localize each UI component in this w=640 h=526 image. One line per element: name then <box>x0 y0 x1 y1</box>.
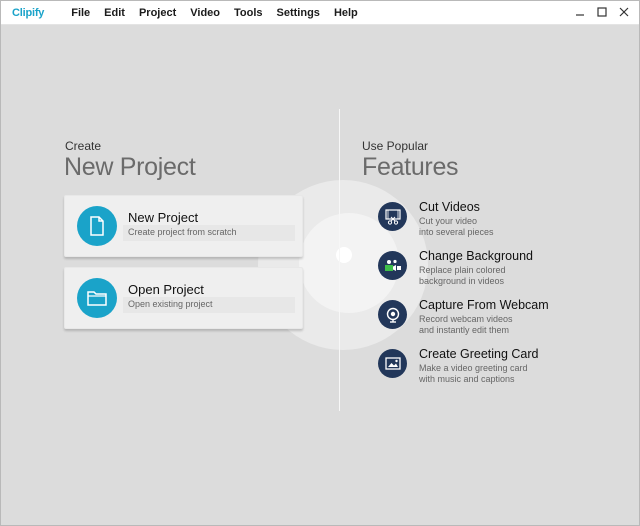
feature-cut-videos[interactable]: Cut Videos Cut your video into several p… <box>378 200 618 244</box>
feature-desc-line1: Record webcam videos <box>419 314 513 324</box>
create-heading: New Project <box>64 153 196 181</box>
open-project-subtitle: Open existing project <box>128 299 213 309</box>
feature-desc-line1: Replace plain colored <box>419 265 506 275</box>
folder-icon <box>77 278 117 318</box>
minimize-icon <box>576 14 584 16</box>
feature-title: Cut Videos <box>419 200 480 214</box>
feature-desc-line1: Cut your video <box>419 216 478 226</box>
chroma-key-icon <box>378 251 407 280</box>
close-button[interactable] <box>617 5 631 19</box>
feature-capture-webcam[interactable]: Capture From Webcam Record webcam videos… <box>378 298 618 342</box>
features-label: Use Popular <box>362 139 429 153</box>
feature-change-background[interactable]: Change Background Replace plain colored … <box>378 249 618 293</box>
new-project-subtitle: Create project from scratch <box>128 227 237 237</box>
menu-edit[interactable]: Edit <box>97 7 132 19</box>
scissors-film-icon <box>378 202 407 231</box>
feature-desc-line2: and instantly edit them <box>419 325 510 335</box>
document-icon <box>77 206 117 246</box>
feature-desc-line2: into several pieces <box>419 227 494 237</box>
picture-icon <box>378 349 407 378</box>
window-controls <box>573 5 631 19</box>
close-icon <box>619 7 629 17</box>
app-logo: Clipify <box>12 6 45 19</box>
feature-desc-line1: Make a video greeting card <box>419 363 528 373</box>
feature-desc-line2: with music and captions <box>419 374 515 384</box>
menu-bar: File Edit Project Video Tools Settings H… <box>64 7 365 19</box>
feature-title: Change Background <box>419 249 533 263</box>
feature-title: Create Greeting Card <box>419 347 539 361</box>
maximize-icon <box>597 7 607 17</box>
features-heading: Features <box>362 153 459 181</box>
menu-project[interactable]: Project <box>132 7 183 19</box>
minimize-button[interactable] <box>573 5 587 19</box>
menu-video[interactable]: Video <box>183 7 227 19</box>
new-project-title: New Project <box>128 210 199 225</box>
section-divider <box>339 109 340 411</box>
open-project-card[interactable]: Open Project Open existing project <box>64 267 303 329</box>
menu-settings[interactable]: Settings <box>270 7 327 19</box>
feature-desc-line2: background in videos <box>419 276 505 286</box>
app-window: Clipify File Edit Project Video Tools Se… <box>0 0 640 526</box>
start-screen: Create New Project New Project Create pr… <box>1 25 639 525</box>
menu-tools[interactable]: Tools <box>227 7 270 19</box>
feature-title: Capture From Webcam <box>419 298 549 312</box>
feature-greeting-card[interactable]: Create Greeting Card Make a video greeti… <box>378 347 618 391</box>
open-project-title: Open Project <box>128 282 204 297</box>
new-project-card[interactable]: New Project Create project from scratch <box>64 195 303 257</box>
create-label: Create <box>65 139 102 153</box>
maximize-button[interactable] <box>595 5 609 19</box>
webcam-icon <box>378 300 407 329</box>
menu-file[interactable]: File <box>64 7 97 19</box>
menu-help[interactable]: Help <box>327 7 365 19</box>
title-menu-bar: Clipify File Edit Project Video Tools Se… <box>1 1 639 25</box>
